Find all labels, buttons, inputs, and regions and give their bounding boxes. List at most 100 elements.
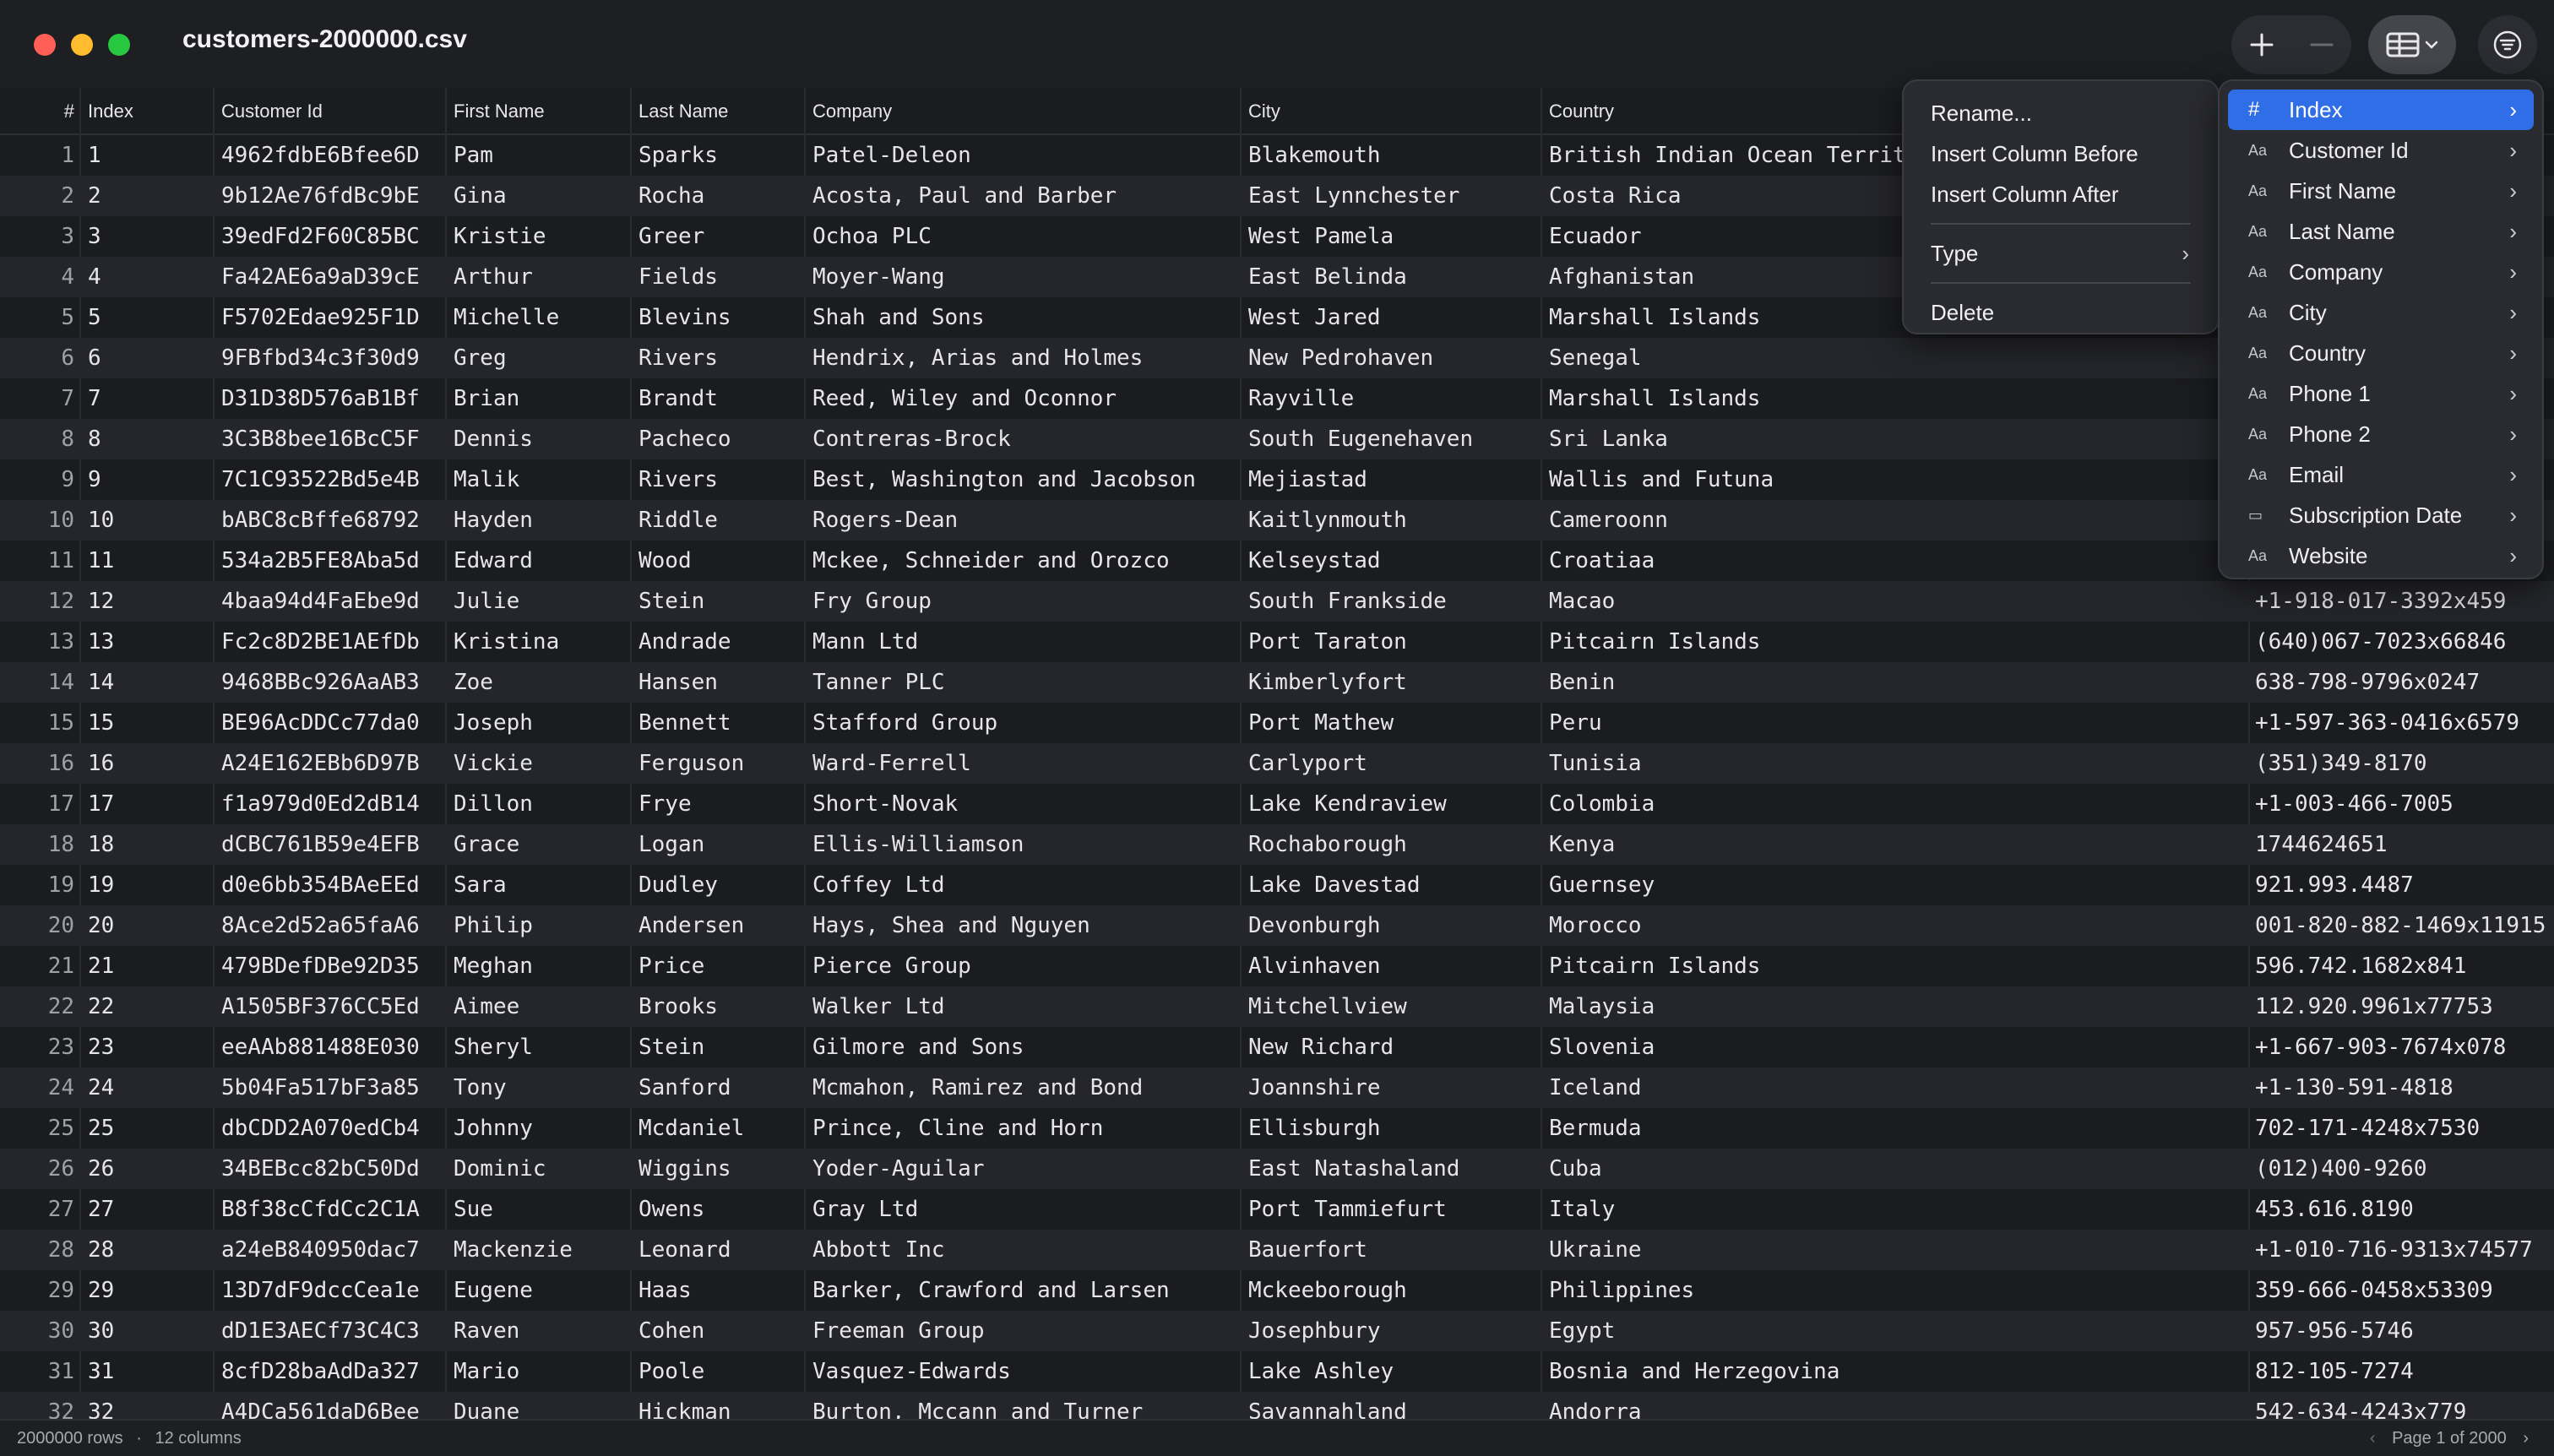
row-number-cell[interactable]: 1 <box>17 135 74 176</box>
first-name-cell[interactable]: Arthur <box>454 257 627 297</box>
last-name-cell[interactable]: Sanford <box>638 1068 801 1108</box>
company-cell[interactable]: Gray Ltd <box>812 1189 1236 1230</box>
country-cell[interactable]: Marshall Islands <box>1549 297 1902 338</box>
index-cell[interactable]: 14 <box>88 662 206 703</box>
row-number-cell[interactable]: 23 <box>17 1027 74 1068</box>
row-number-cell[interactable]: 15 <box>17 703 74 743</box>
country-cell[interactable]: Costa Rica <box>1549 176 1902 216</box>
company-cell[interactable]: Moyer-Wang <box>812 257 1236 297</box>
index-cell[interactable]: 21 <box>88 946 206 986</box>
company-cell[interactable]: Vasquez-Edwards <box>812 1351 1236 1392</box>
row-number-cell[interactable]: 13 <box>17 622 74 662</box>
last-name-cell[interactable]: Brooks <box>638 986 801 1027</box>
company-cell[interactable]: Pierce Group <box>812 946 1236 986</box>
index-cell[interactable]: 20 <box>88 905 206 946</box>
first-name-cell[interactable]: Duane <box>454 1392 627 1419</box>
phone-1-cell[interactable]: +1-003-466-7005 <box>2255 784 2551 824</box>
table-row[interactable]: 22 22 A1505BF376CC5Ed Aimee Brooks Walker Ltd… <box>0 986 2554 1027</box>
table-row[interactable]: 32 32 A4DCa561daD6Bee Duane Hickman Burton, M… <box>0 1392 2554 1419</box>
phone-1-cell[interactable]: 453.616.8190 <box>2255 1189 2551 1230</box>
index-cell[interactable]: 23 <box>88 1027 206 1068</box>
row-number-cell[interactable]: 4 <box>17 257 74 297</box>
table-row[interactable]: 28 28 a24eB840950dac7 Mackenzie Leonard Abbot… <box>0 1230 2554 1270</box>
customer-id-cell[interactable]: 8cfD28baAdDa327 <box>221 1351 441 1392</box>
country-cell[interactable]: Iceland <box>1549 1068 1902 1108</box>
first-name-cell[interactable]: Grace <box>454 824 627 865</box>
customer-id-cell[interactable]: dD1E3AECf73C4C3 <box>221 1311 441 1351</box>
city-cell[interactable]: Savannahland <box>1248 1392 1537 1419</box>
customer-id-cell[interactable]: BE96AcDDCc77da0 <box>221 703 441 743</box>
index-cell[interactable]: 8 <box>88 419 206 459</box>
city-cell[interactable]: Lake Davestad <box>1248 865 1537 905</box>
row-number-cell[interactable]: 19 <box>17 865 74 905</box>
country-cell[interactable]: Tunisia <box>1549 743 1902 784</box>
city-cell[interactable]: Blakemouth <box>1248 135 1537 176</box>
phone-1-cell[interactable]: 359-666-0458x53309 <box>2255 1270 2551 1311</box>
row-number-cell[interactable]: 6 <box>17 338 74 378</box>
row-number-cell[interactable]: 7 <box>17 378 74 419</box>
company-cell[interactable]: Patel-Deleon <box>812 135 1236 176</box>
phone-1-cell[interactable]: (640)067-7023x66846 <box>2255 622 2551 662</box>
row-number-cell[interactable]: 28 <box>17 1230 74 1270</box>
first-name-cell[interactable]: Mackenzie <box>454 1230 627 1270</box>
table-row[interactable]: 11 11 534a2B5FE8Aba5d Edward Wood Mckee, Schn… <box>0 541 2554 581</box>
phone-1-cell[interactable]: 542-634-4243x779 <box>2255 1392 2551 1419</box>
last-name-cell[interactable]: Stein <box>638 1027 801 1068</box>
customer-id-cell[interactable]: f1a979d0Ed2dB14 <box>221 784 441 824</box>
index-cell[interactable]: 3 <box>88 216 206 257</box>
index-cell[interactable]: 27 <box>88 1189 206 1230</box>
maximize-window-button[interactable] <box>108 34 130 56</box>
phone-1-cell[interactable]: 638-798-9796x0247 <box>2255 662 2551 703</box>
first-name-cell[interactable]: Tony <box>454 1068 627 1108</box>
rename-menu-item[interactable]: Rename... <box>1917 93 2204 133</box>
delete-menu-item[interactable]: Delete <box>1917 292 2204 333</box>
country-cell[interactable]: Benin <box>1549 662 1902 703</box>
country-cell[interactable]: Pitcairn Islands <box>1549 946 1902 986</box>
last-name-cell[interactable]: Ferguson <box>638 743 801 784</box>
row-number-cell[interactable]: 5 <box>17 297 74 338</box>
company-cell[interactable]: Ward-Ferrell <box>812 743 1236 784</box>
last-name-cell[interactable]: Riddle <box>638 500 801 541</box>
row-number-cell[interactable]: 12 <box>17 581 74 622</box>
country-cell[interactable]: Ukraine <box>1549 1230 1902 1270</box>
company-cell[interactable]: Barker, Crawford and Larsen <box>812 1270 1236 1311</box>
table-row[interactable]: 8 8 3C3B8bee16BcC5F Dennis Pacheco Contreras-… <box>0 419 2554 459</box>
country-cell[interactable]: Kenya <box>1549 824 1902 865</box>
company-cell[interactable]: Hendrix, Arias and Holmes <box>812 338 1236 378</box>
country-cell[interactable]: Croatiaa <box>1549 541 1902 581</box>
column-menu-item[interactable]: Aa Website › <box>2228 535 2534 576</box>
phone-1-cell[interactable]: (012)400-9260 <box>2255 1149 2551 1189</box>
column-menu-item[interactable]: Aa Country › <box>2228 333 2534 373</box>
table-row[interactable]: 13 13 Fc2c8D2BE1AEfDb Kristina Andrade Mann L… <box>0 622 2554 662</box>
city-cell[interactable]: Carlyport <box>1248 743 1537 784</box>
last-name-cell[interactable]: Wood <box>638 541 801 581</box>
last-name-cell[interactable]: Fields <box>638 257 801 297</box>
last-name-cell[interactable]: Brandt <box>638 378 801 419</box>
table-row[interactable]: 14 14 9468BBc926AaAB3 Zoe Hansen Tanner PLC Ki… <box>0 662 2554 703</box>
index-cell[interactable]: 31 <box>88 1351 206 1392</box>
first-name-cell[interactable]: Dillon <box>454 784 627 824</box>
index-cell[interactable]: 5 <box>88 297 206 338</box>
customer-id-cell[interactable]: Fa42AE6a9aD39cE <box>221 257 441 297</box>
customer-id-cell[interactable]: 9468BBc926AaAB3 <box>221 662 441 703</box>
company-cell[interactable]: Short-Novak <box>812 784 1236 824</box>
index-cell[interactable]: 24 <box>88 1068 206 1108</box>
last-name-cell[interactable]: Owens <box>638 1189 801 1230</box>
row-number-cell[interactable]: 8 <box>17 419 74 459</box>
company-cell[interactable]: Walker Ltd <box>812 986 1236 1027</box>
index-cell[interactable]: 2 <box>88 176 206 216</box>
country-cell[interactable]: Peru <box>1549 703 1902 743</box>
phone-1-cell[interactable]: +1-667-903-7674x078 <box>2255 1027 2551 1068</box>
table-row[interactable]: 24 24 5b04Fa517bF3a85 Tony Sanford Mcmahon, R… <box>0 1068 2554 1108</box>
city-cell[interactable]: Ellisburgh <box>1248 1108 1537 1149</box>
company-cell[interactable]: Ellis-Williamson <box>812 824 1236 865</box>
add-row-button[interactable] <box>2231 15 2291 74</box>
customer-id-cell[interactable]: a24eB840950dac7 <box>221 1230 441 1270</box>
index-cell[interactable]: 17 <box>88 784 206 824</box>
country-cell[interactable]: Morocco <box>1549 905 1902 946</box>
index-cell[interactable]: 10 <box>88 500 206 541</box>
city-cell[interactable]: Alvinhaven <box>1248 946 1537 986</box>
country-cell[interactable]: Colombia <box>1549 784 1902 824</box>
row-number-cell[interactable]: 11 <box>17 541 74 581</box>
phone-1-cell[interactable]: 812-105-7274 <box>2255 1351 2551 1392</box>
